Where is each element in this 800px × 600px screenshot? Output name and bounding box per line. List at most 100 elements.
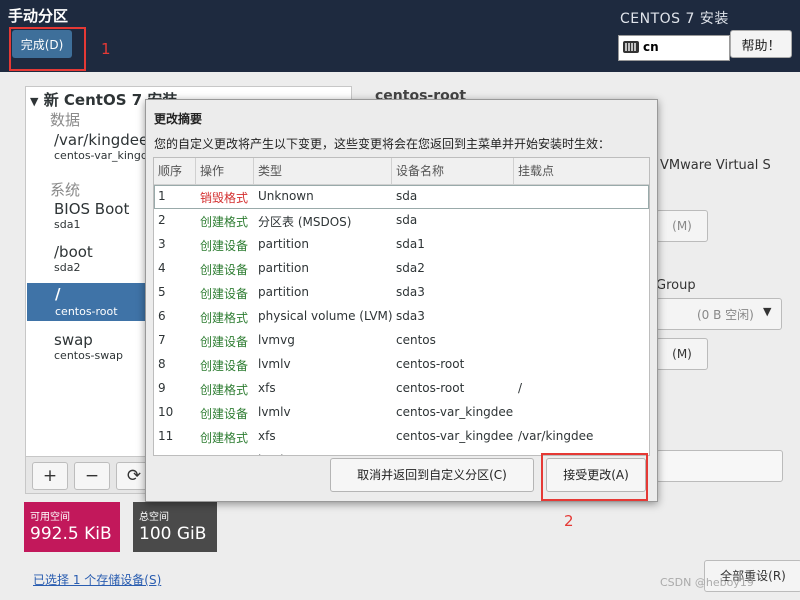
- type-cell: lvmlv: [258, 453, 291, 455]
- dialog-description: 您的自定义更改将产生以下变更，这些变更将会在您返回到主菜单并开始安装时生效：: [154, 137, 611, 151]
- device-name-text: VMware Virtual S: [660, 158, 771, 173]
- remove-partition-button[interactable]: −: [74, 462, 110, 490]
- total-space-value: 100 GiB: [139, 524, 207, 544]
- device-cell: sda: [396, 189, 418, 203]
- mount-name: /var/kingdee: [54, 131, 149, 149]
- order-cell: 1: [158, 189, 166, 203]
- mount-name: swap: [54, 331, 93, 349]
- mount-device: centos-root: [55, 305, 118, 318]
- mount-item-bios-boot[interactable]: BIOS Boot sda1: [54, 200, 129, 231]
- column-header-mountpoint[interactable]: 挂载点: [514, 158, 649, 184]
- modify-group-button[interactable]: (M): [656, 338, 708, 370]
- changes-table[interactable]: 顺序 操作 类型 设备名称 挂载点 1 销毁格式 Unknown sda 2 创建格式 分区…: [153, 157, 650, 456]
- table-row[interactable]: 6 创建格式 physical volume (LVM) sda3: [154, 305, 649, 329]
- device-cell: centos-var_kingdee: [396, 429, 514, 443]
- section-data-label: 数据: [50, 111, 81, 129]
- expand-arrow-icon: ▼: [30, 95, 39, 108]
- table-row[interactable]: 9 创建格式 xfs centos-root /: [154, 377, 649, 401]
- action-cell: 销毁格式: [200, 191, 249, 205]
- keyboard-layout-indicator[interactable]: cn: [618, 35, 730, 61]
- keyboard-icon: [623, 41, 639, 53]
- annotation-label-2: 2: [564, 512, 574, 530]
- type-cell: lvmlv: [258, 405, 291, 419]
- type-cell: lvmlv: [258, 357, 291, 371]
- column-header-action[interactable]: 操作: [196, 158, 254, 184]
- mount-item-var-kingdee[interactable]: /var/kingdee centos-var_kingd: [54, 131, 148, 162]
- table-row[interactable]: 5 创建设备 partition sda3: [154, 281, 649, 305]
- action-cell: 创建格式: [200, 215, 249, 229]
- device-cell: sda3: [396, 309, 425, 323]
- device-cell: centos: [396, 333, 436, 347]
- dialog-title: 更改摘要: [154, 112, 203, 126]
- mount-item-swap[interactable]: swap centos-swap: [54, 331, 123, 362]
- mount-device: sda2: [54, 261, 81, 274]
- chevron-down-icon: ▼: [763, 305, 772, 318]
- add-partition-button[interactable]: +: [32, 462, 68, 490]
- order-cell: 2: [158, 213, 166, 227]
- type-cell: 分区表 (MSDOS): [258, 215, 352, 229]
- action-cell: 创建格式: [200, 431, 249, 445]
- device-cell: sda: [396, 213, 418, 227]
- action-cell: 创建设备: [200, 287, 249, 301]
- order-cell: 10: [158, 405, 174, 419]
- mount-device: centos-swap: [54, 349, 123, 362]
- cancel-and-return-button[interactable]: 取消并返回到自定义分区(C): [330, 458, 534, 492]
- table-row[interactable]: 7 创建设备 lvmvg centos: [154, 329, 649, 353]
- selected-storage-link[interactable]: 已选择 1 个存储设备(S): [33, 571, 161, 588]
- type-cell: partition: [258, 261, 309, 275]
- type-cell: physical volume (LVM): [258, 309, 393, 323]
- annotation-box-1: [9, 27, 86, 71]
- action-cell: 创建设备: [200, 453, 248, 455]
- volume-group-dropdown[interactable]: (0 B 空闲) ▼: [656, 298, 782, 330]
- summary-of-changes-dialog: 更改摘要 您的自定义更改将产生以下变更，这些变更将会在您返回到主菜单并开始安装时…: [145, 99, 658, 502]
- table-row[interactable]: 11 创建格式 xfs centos-var_kingdee/var/kingdee: [154, 425, 649, 449]
- action-cell: 创建设备: [200, 335, 249, 349]
- device-cell: centos-root: [396, 381, 465, 395]
- total-space-label: 总空间: [139, 512, 169, 523]
- action-cell: 创建设备: [200, 239, 249, 253]
- column-header-type[interactable]: 类型: [254, 158, 392, 184]
- type-cell: partition: [258, 285, 309, 299]
- action-cell: 创建设备: [200, 263, 249, 277]
- order-cell: 4: [158, 261, 166, 275]
- column-header-device[interactable]: 设备名称: [392, 158, 514, 184]
- table-row[interactable]: 3 创建设备 partition sda1: [154, 233, 649, 257]
- table-header: 顺序 操作 类型 设备名称 挂载点: [154, 158, 649, 185]
- mount-name: /: [55, 285, 61, 303]
- device-cell: sda1: [396, 237, 425, 251]
- modify-device-button[interactable]: (M): [656, 210, 708, 242]
- type-cell: xfs: [258, 429, 276, 443]
- order-cell: 11: [158, 429, 174, 443]
- keyboard-layout-label: cn: [643, 40, 659, 54]
- help-button[interactable]: 帮助！: [730, 30, 792, 58]
- page-title: 手动分区: [8, 7, 69, 25]
- device-cell: sda2: [396, 261, 425, 275]
- action-cell: 创建格式: [200, 383, 249, 397]
- type-cell: partition: [258, 237, 309, 251]
- label-input[interactable]: [656, 450, 783, 482]
- column-header-order[interactable]: 顺序: [154, 158, 196, 184]
- mountpoint-cell: /var/kingdee: [518, 429, 594, 443]
- volume-group-value: (0 B 空闲): [697, 308, 754, 322]
- table-row[interactable]: 4 创建设备 partition sda2: [154, 257, 649, 281]
- mount-device: centos-var_kingd: [54, 149, 148, 162]
- table-row[interactable]: 1 销毁格式 Unknown sda: [154, 185, 649, 209]
- total-space-box: 总空间 100 GiB: [133, 502, 217, 552]
- annotation-label-1: 1: [101, 40, 111, 58]
- order-cell: 6: [158, 309, 166, 323]
- annotation-box-2: [541, 453, 648, 501]
- watermark-text: CSDN @heboy19: [660, 576, 754, 589]
- mount-name: BIOS Boot: [54, 200, 130, 218]
- order-cell: 7: [158, 333, 166, 347]
- mount-name: /boot: [54, 243, 93, 261]
- action-cell: 创建格式: [200, 311, 249, 325]
- order-cell: 8: [158, 357, 166, 371]
- device-cell: centos-root: [396, 357, 465, 371]
- table-row[interactable]: 10 创建设备 lvmlv centos-var_kingdee: [154, 401, 649, 425]
- available-space-label: 可用空间: [30, 512, 70, 523]
- mount-item-boot[interactable]: /boot sda2: [54, 243, 93, 274]
- table-row[interactable]: 2 创建格式 分区表 (MSDOS) sda: [154, 209, 649, 233]
- table-row[interactable]: 8 创建设备 lvmlv centos-root: [154, 353, 649, 377]
- device-cell: centos-var_kingdee: [396, 405, 514, 419]
- product-title: CENTOS 7 安装: [620, 11, 729, 27]
